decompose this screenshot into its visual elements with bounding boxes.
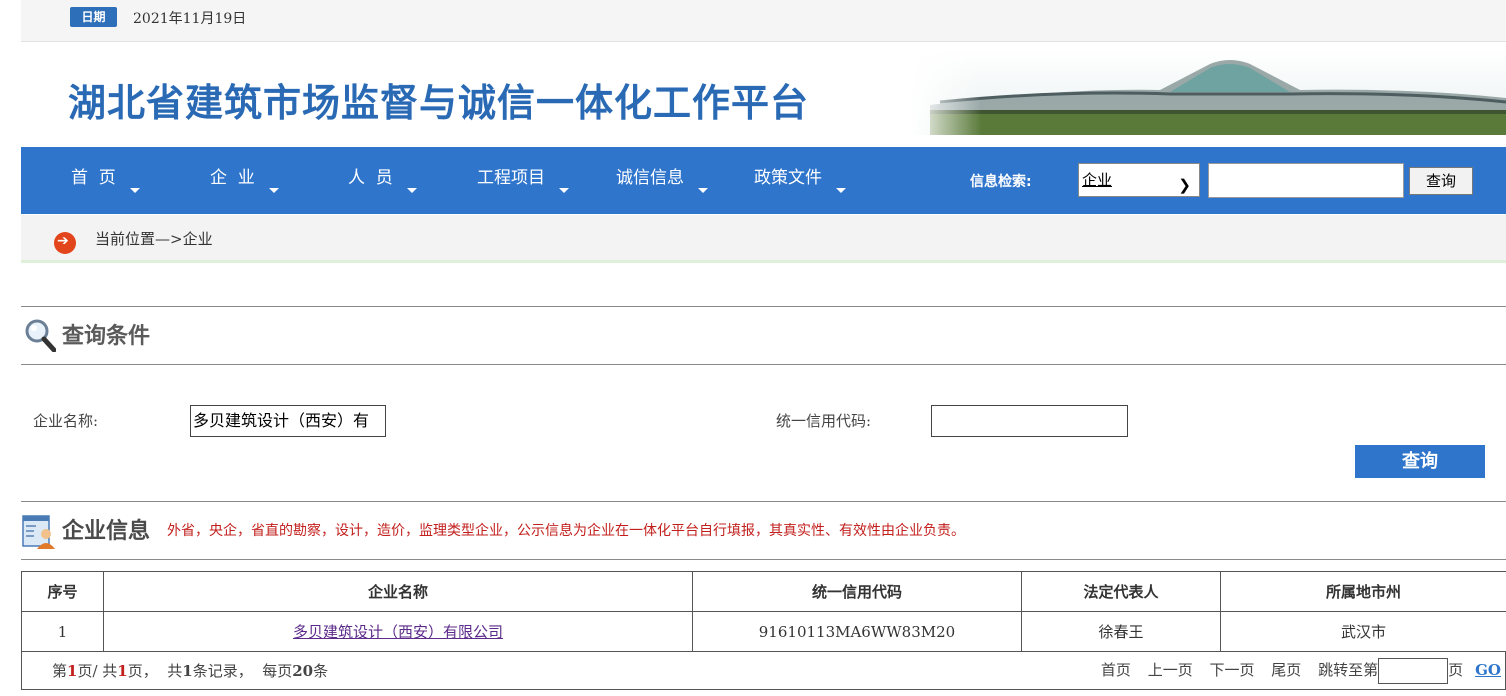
cell-credit-code: 91610113MA6WW83M20 <box>692 611 1022 652</box>
divider <box>21 306 1506 307</box>
jump-page-input[interactable] <box>1378 658 1449 684</box>
cell-legal-rep: 徐春王 <box>1021 611 1221 652</box>
next-page-link[interactable]: 下一页 <box>1209 661 1254 679</box>
go-button[interactable]: GO <box>1475 661 1501 679</box>
search-button[interactable]: 查询 <box>1409 167 1473 195</box>
pagination: 第1页/ 共1页， 共1条记录， 每页20条 首页 上一页 下一页 尾页 跳转至… <box>21 652 1506 690</box>
page-summary: 第1页/ 共1页， 共1条记录， 每页20条 <box>52 660 328 681</box>
divider <box>21 364 1506 365</box>
nav-credit-label: 诚信信息 <box>616 168 684 188</box>
info-section-title: 企业信息 <box>62 518 151 544</box>
nav-personnel-label: 人 员 <box>348 168 393 188</box>
search-input[interactable] <box>1208 163 1404 198</box>
company-name-label: 企业名称: <box>33 412 99 430</box>
breadcrumb: 当前位置—>企业 <box>21 215 1506 263</box>
col-header-credit-code: 统一信用代码 <box>692 571 1022 612</box>
date-text: 2021年11月19日 <box>133 11 247 27</box>
nav-policy-label: 政策文件 <box>754 168 822 188</box>
divider <box>21 501 1506 502</box>
credit-code-label: 统一信用代码: <box>776 412 872 430</box>
table-row: 1 多贝建筑设计（西安）有限公司 91610113MA6WW83M20 徐春王 … <box>21 611 1506 652</box>
credit-code-input[interactable] <box>931 405 1128 437</box>
magnifier-icon <box>25 319 56 352</box>
cell-index: 1 <box>21 611 104 652</box>
search-type-value: 企业 <box>1082 171 1113 189</box>
col-header-city: 所属地市州 <box>1220 571 1506 612</box>
results-table: 序号 企业名称 统一信用代码 法定代表人 所属地市州 1 多贝建筑设计（西安）有… <box>21 571 1506 652</box>
current-page: 1 <box>67 662 78 680</box>
size-suffix: 条 <box>313 662 329 680</box>
chevron-down-icon: ❯ <box>1178 176 1191 194</box>
user-info-icon <box>22 515 55 549</box>
col-header-legal-rep: 法定代表人 <box>1021 571 1221 612</box>
divider <box>21 559 1506 560</box>
banner-image <box>910 50 1506 135</box>
query-section-title: 查询条件 <box>62 323 151 349</box>
prev-page-link[interactable]: 上一页 <box>1148 661 1193 679</box>
company-link[interactable]: 多贝建筑设计（西安）有限公司 <box>293 623 503 641</box>
chevron-down-icon <box>268 188 279 193</box>
site-title: 湖北省建筑市场监督与诚信一体化工作平台 <box>68 81 810 125</box>
search-type-select[interactable]: 企业 ❯ <box>1078 163 1200 197</box>
chevron-down-icon <box>559 188 569 193</box>
search-label: 信息检索: <box>970 174 1032 190</box>
jump-label: 跳转至第 <box>1318 661 1379 679</box>
nav-policy[interactable]: 政策文件 <box>754 163 846 193</box>
page-prefix: 第 <box>52 662 68 680</box>
page-controls: 首页 上一页 下一页 尾页 跳转至第 页 GO <box>1089 658 1505 684</box>
total-pages: 1 <box>117 662 128 680</box>
company-name-input[interactable]: 多贝建筑设计（西安）有 <box>190 405 386 437</box>
nav-enterprise-label: 企 业 <box>210 168 255 188</box>
last-page-link[interactable]: 尾页 <box>1271 661 1301 679</box>
nav-personnel[interactable]: 人 员 <box>348 163 417 193</box>
records-suffix: 条记录， 每页 <box>192 662 293 680</box>
first-page-link[interactable]: 首页 <box>1101 661 1131 679</box>
date-badge: 日期 <box>70 7 117 27</box>
total-records: 1 <box>182 662 193 680</box>
nav-enterprise[interactable]: 企 业 <box>210 163 279 193</box>
info-disclaimer: 外省，央企，省直的勘察，设计，造价，监理类型企业，公示信息为企业在一体化平台自行… <box>167 523 965 539</box>
col-header-index: 序号 <box>21 571 104 612</box>
nav-projects-label: 工程项目 <box>477 168 545 188</box>
chevron-down-icon <box>129 188 140 193</box>
page-size: 20 <box>292 662 314 680</box>
nav-credit[interactable]: 诚信信息 <box>616 163 708 193</box>
table-header-row: 序号 企业名称 统一信用代码 法定代表人 所属地市州 <box>21 571 1506 612</box>
col-header-company: 企业名称 <box>103 571 693 612</box>
jump-suffix: 页 <box>1448 661 1464 679</box>
date-bar: 日期 2021年11月19日 <box>21 0 1506 42</box>
chevron-down-icon <box>406 188 417 193</box>
chevron-down-icon <box>836 188 846 193</box>
nav-home-label: 首 页 <box>71 168 116 188</box>
nav-home[interactable]: 首 页 <box>71 163 140 193</box>
cell-city: 武汉市 <box>1220 611 1506 652</box>
arrow-right-icon <box>54 232 76 254</box>
cell-company: 多贝建筑设计（西安）有限公司 <box>103 611 693 652</box>
query-submit-button[interactable]: 查询 <box>1355 445 1485 478</box>
nav-projects[interactable]: 工程项目 <box>477 163 569 193</box>
page-mid: 页/ 共 <box>77 662 118 680</box>
breadcrumb-text: 当前位置—>企业 <box>95 230 213 248</box>
page-suffix: 页， 共 <box>127 662 183 680</box>
main-nav: 首 页 企 业 人 员 工程项目 诚信信息 政策文件 信息检索: 企业 ❯ 查询 <box>21 147 1506 214</box>
chevron-down-icon <box>698 188 708 193</box>
